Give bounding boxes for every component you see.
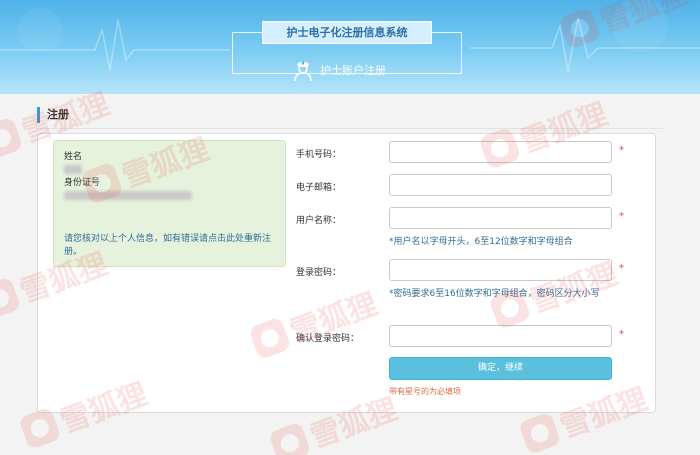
- subtitle-group: 护士账户注册: [292, 57, 386, 83]
- phone-input[interactable]: [389, 141, 612, 163]
- username-label: 用户名称：: [296, 216, 342, 226]
- section-divider: [37, 128, 663, 129]
- confirm-password-input[interactable]: [389, 325, 612, 347]
- id-label: 身份证号: [64, 178, 101, 188]
- email-label: 电子邮箱：: [296, 183, 342, 193]
- confirm-password-label: 确认登录密码：: [296, 334, 360, 344]
- username-input[interactable]: [389, 207, 612, 229]
- system-title: 护士电子化注册信息系统: [262, 21, 432, 44]
- section-title: 注册: [37, 107, 69, 123]
- submit-button[interactable]: 确定，继续: [389, 357, 612, 380]
- watermark-logo-icon: [0, 276, 22, 321]
- username-hint: *用户名以字母开头，6至12位数字和字母组合: [389, 237, 573, 247]
- watermark-logo-icon: [0, 116, 24, 161]
- subtitle: 护士账户注册: [320, 64, 386, 77]
- nurse-icon: [294, 61, 312, 82]
- email-input[interactable]: [389, 174, 612, 196]
- watermark-logo-icon: [268, 421, 312, 455]
- username-required-mark: *: [619, 211, 624, 222]
- name-label: 姓名: [64, 152, 83, 162]
- phone-label: 手机号码：: [296, 150, 342, 160]
- password-hint: *密码要求6至16位数字和字母组合，密码区分大小写: [389, 289, 600, 299]
- password-label: 登录密码：: [296, 268, 342, 278]
- phone-required-mark: *: [619, 145, 624, 156]
- password-input[interactable]: [389, 259, 612, 281]
- confirm-required-mark: *: [619, 329, 624, 340]
- password-required-mark: *: [619, 263, 624, 274]
- name-value-blurred: [64, 165, 82, 174]
- id-value-blurred: [64, 191, 192, 200]
- personal-info-box: 姓名 身份证号 请您核对以上个人信息，如有错误请点击此处重新注册。: [53, 140, 286, 267]
- required-note: 带有星号的为必填项: [389, 387, 461, 396]
- info-note[interactable]: 请您核对以上个人信息，如有错误请点击此处重新注册。: [64, 233, 279, 259]
- watermark-logo-icon: [518, 411, 562, 455]
